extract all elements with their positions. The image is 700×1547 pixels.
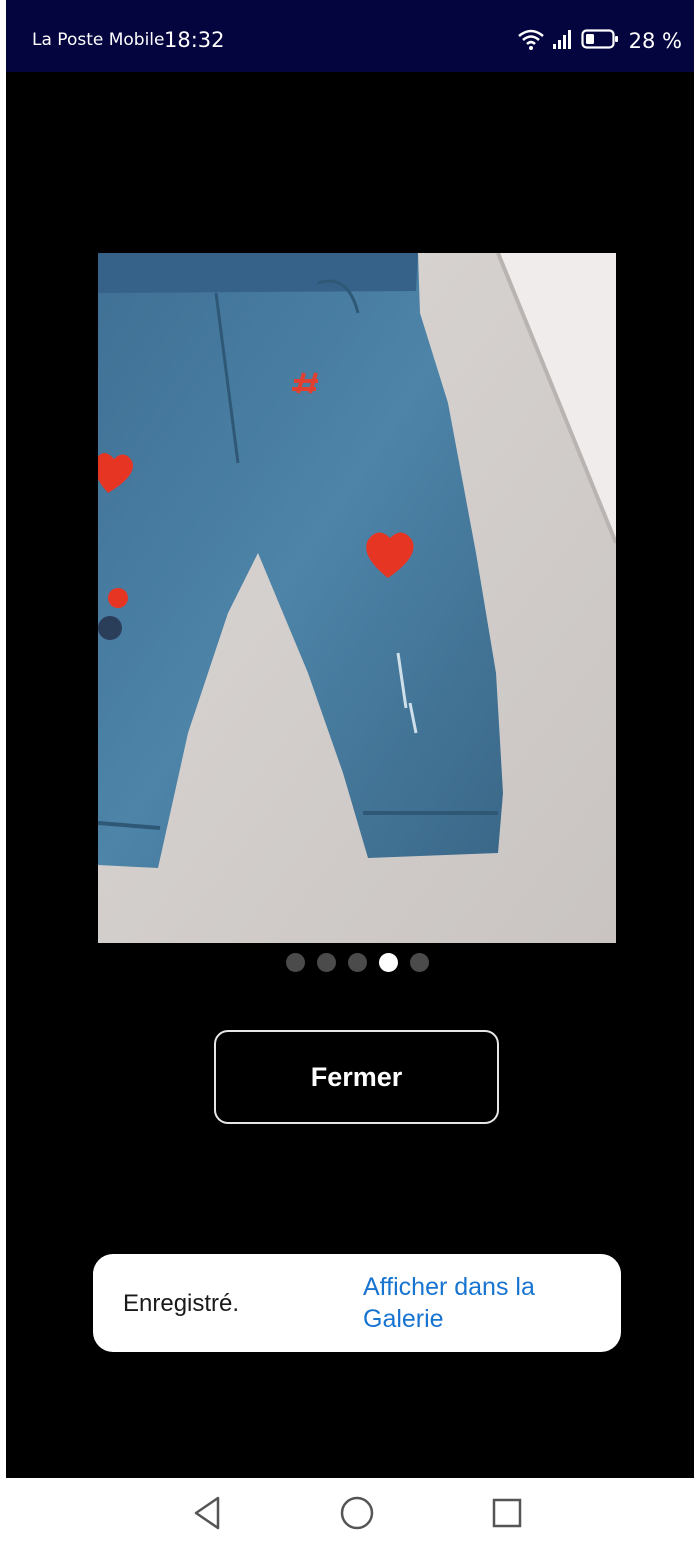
status-icons: 28 % (517, 26, 682, 56)
saved-toast: Enregistré. Afficher dans la Galerie (93, 1254, 621, 1352)
status-bar: La Poste Mobile 18:32 28 % (6, 0, 694, 72)
signal-icon (551, 28, 575, 54)
page-dot[interactable] (348, 953, 367, 972)
toast-message: Enregistré. (123, 1290, 240, 1317)
clock-time: 18:32 (164, 28, 225, 52)
back-icon[interactable] (186, 1492, 228, 1534)
navigation-bar (0, 1478, 700, 1547)
view-in-gallery-link[interactable]: Afficher dans la Galerie (363, 1271, 603, 1335)
product-photo[interactable] (98, 253, 616, 943)
page-dot[interactable] (410, 953, 429, 972)
close-button[interactable]: Fermer (214, 1030, 499, 1124)
page-indicator (286, 953, 429, 972)
wifi-icon (517, 27, 545, 55)
page-dot[interactable] (286, 953, 305, 972)
carrier-name: La Poste Mobile (32, 30, 165, 50)
battery-icon (581, 28, 619, 54)
image-viewer-screen: La Poste Mobile 18:32 28 % Fermer Enregi… (6, 0, 694, 1478)
home-icon[interactable] (336, 1492, 378, 1534)
page-dot-active[interactable] (379, 953, 398, 972)
recents-icon[interactable] (486, 1492, 528, 1534)
battery-percent: 28 % (628, 29, 682, 53)
page-dot[interactable] (317, 953, 336, 972)
